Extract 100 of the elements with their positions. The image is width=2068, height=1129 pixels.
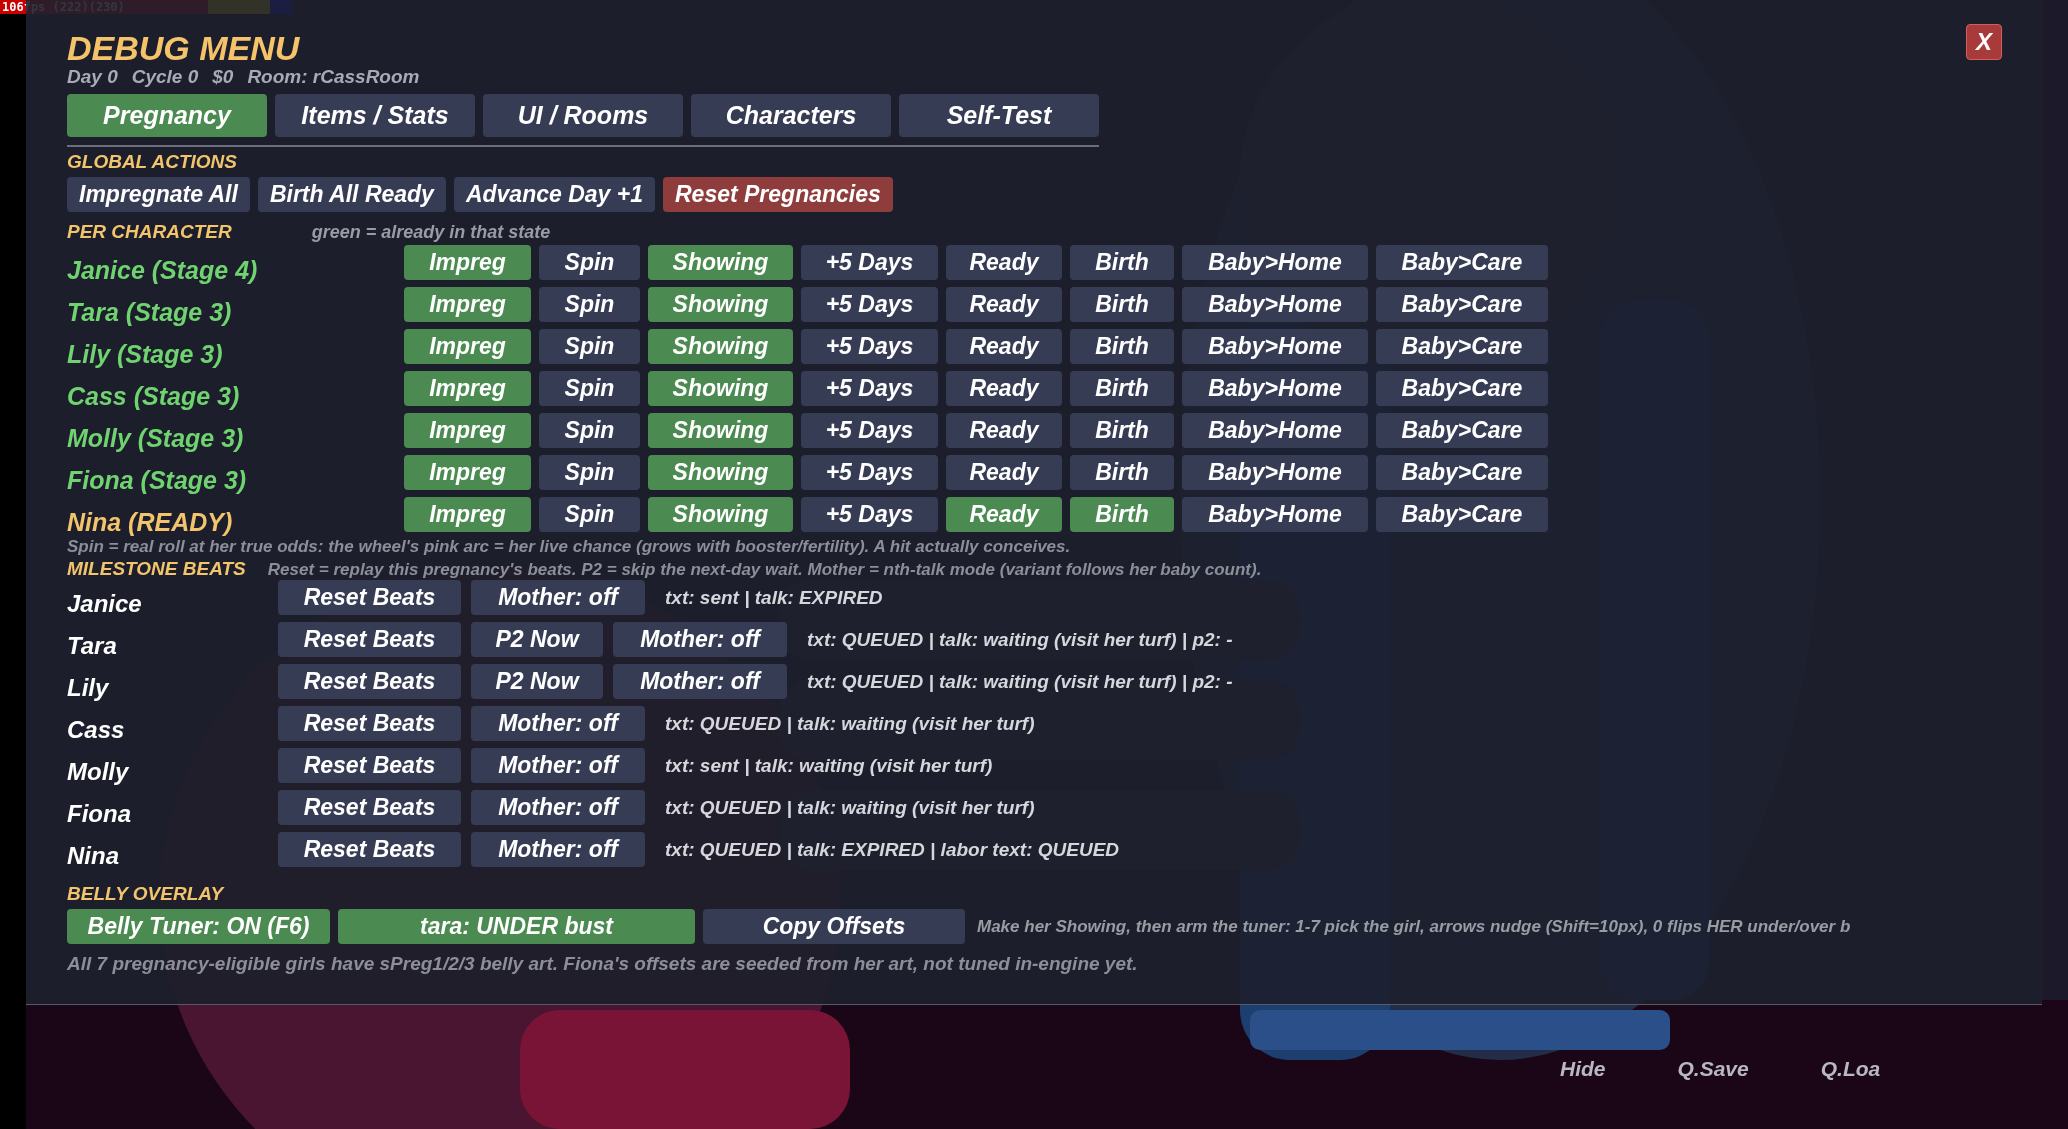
action-button[interactable]: Mother: off xyxy=(471,580,645,615)
action-button[interactable]: Reset Beats xyxy=(278,790,461,825)
action-button[interactable]: Showing xyxy=(648,413,793,448)
action-button[interactable]: Impreg xyxy=(404,371,531,406)
action-button[interactable]: Birth xyxy=(1070,329,1174,364)
action-button[interactable]: Mother: off xyxy=(471,748,645,783)
tab[interactable]: Self-Test xyxy=(899,94,1099,137)
action-button[interactable]: Showing xyxy=(648,245,793,280)
action-button[interactable]: +5 Days xyxy=(801,329,938,364)
action-button[interactable]: Spin xyxy=(539,245,640,280)
action-button[interactable]: Reset Beats xyxy=(278,748,461,783)
action-button[interactable]: +5 Days xyxy=(801,413,938,448)
action-button[interactable]: Impregnate All xyxy=(67,177,250,212)
action-button[interactable]: +5 Days xyxy=(801,245,938,280)
action-button[interactable]: Mother: off xyxy=(613,664,787,699)
action-button[interactable]: Impreg xyxy=(404,497,531,532)
action-button[interactable]: Reset Beats xyxy=(278,706,461,741)
action-button[interactable]: Baby>Home xyxy=(1182,413,1368,448)
action-button[interactable]: Ready xyxy=(946,455,1062,490)
action-button[interactable]: Impreg xyxy=(404,287,531,322)
action-button[interactable]: tara: UNDER bust xyxy=(338,909,695,944)
action-button[interactable]: Birth xyxy=(1070,413,1174,448)
action-button[interactable]: Baby>Care xyxy=(1376,245,1548,280)
action-button[interactable]: Showing xyxy=(648,497,793,532)
action-button[interactable]: P2 Now xyxy=(471,622,603,657)
character-name: Tara xyxy=(67,633,118,658)
action-button[interactable]: Reset Beats xyxy=(278,832,461,867)
action-button[interactable]: Spin xyxy=(539,287,640,322)
action-button[interactable]: Baby>Home xyxy=(1182,455,1368,490)
action-button[interactable]: Mother: off xyxy=(471,832,645,867)
action-button[interactable]: Baby>Home xyxy=(1182,497,1368,532)
action-button[interactable]: Reset Beats xyxy=(278,622,461,657)
character-name: Lily xyxy=(67,675,110,700)
action-button[interactable]: Baby>Care xyxy=(1376,497,1548,532)
action-button[interactable]: Birth All Ready xyxy=(257,177,446,212)
menu-link[interactable]: Q.Loa xyxy=(1820,1058,1881,1079)
action-button[interactable]: Advance Day +1 xyxy=(453,177,655,212)
action-button[interactable]: Impreg xyxy=(404,455,531,490)
action-button[interactable]: Showing xyxy=(648,455,793,490)
action-button[interactable]: Baby>Care xyxy=(1376,455,1548,490)
action-button[interactable]: Birth xyxy=(1070,371,1174,406)
action-button[interactable]: Spin xyxy=(539,497,640,532)
action-button[interactable]: Baby>Home xyxy=(1182,287,1368,322)
action-button[interactable]: Reset Beats xyxy=(278,664,461,699)
help-text: All 7 pregnancy-eligible girls have sPreg1/2/3 belly art. Fiona's offsets are seeded from her art, not tuned in-engine yet. xyxy=(67,954,1138,973)
action-button[interactable]: Baby>Home xyxy=(1182,371,1368,406)
tab[interactable]: UI / Rooms xyxy=(483,94,683,137)
action-button[interactable]: Spin xyxy=(539,329,640,364)
close-button[interactable]: X xyxy=(1966,24,2002,60)
character-name: Molly (Stage 3) xyxy=(67,426,245,451)
action-button[interactable]: Ready xyxy=(946,371,1062,406)
action-button[interactable]: Baby>Care xyxy=(1376,371,1548,406)
character-name: Fiona xyxy=(67,801,132,826)
action-button[interactable]: Baby>Care xyxy=(1376,329,1548,364)
action-button[interactable]: +5 Days xyxy=(801,497,938,532)
action-button[interactable]: Impreg xyxy=(404,245,531,280)
action-button[interactable]: P2 Now xyxy=(471,664,603,699)
action-button[interactable]: Reset Pregnancies xyxy=(663,177,893,212)
action-button[interactable]: Baby>Care xyxy=(1376,287,1548,322)
action-button[interactable]: Birth xyxy=(1070,245,1174,280)
action-button[interactable]: +5 Days xyxy=(801,287,938,322)
section-heading: BELLY OVERLAY xyxy=(67,883,224,904)
action-button[interactable]: Copy Offsets xyxy=(703,909,965,944)
action-button[interactable]: +5 Days xyxy=(801,371,938,406)
action-button[interactable]: Baby>Care xyxy=(1376,413,1548,448)
action-button[interactable]: Ready xyxy=(946,287,1062,322)
character-name: Cass xyxy=(67,717,126,742)
action-button[interactable]: Ready xyxy=(946,413,1062,448)
action-button[interactable]: Spin xyxy=(539,455,640,490)
action-button[interactable]: Showing xyxy=(648,329,793,364)
tab[interactable]: Items / Stats xyxy=(275,94,475,137)
action-button[interactable]: Birth xyxy=(1070,455,1174,490)
action-button[interactable]: Ready xyxy=(946,329,1062,364)
action-button[interactable]: Birth xyxy=(1070,497,1174,532)
action-button[interactable]: Reset Beats xyxy=(278,580,461,615)
beat-status: txt: sent | talk: waiting (visit her turf) xyxy=(665,756,993,775)
action-button[interactable]: Baby>Home xyxy=(1182,245,1368,280)
menu-link[interactable]: Hide xyxy=(1560,1058,1606,1079)
action-button[interactable]: Baby>Home xyxy=(1182,329,1368,364)
character-name: Tara (Stage 3) xyxy=(67,300,233,325)
action-button[interactable]: Mother: off xyxy=(471,706,645,741)
action-button[interactable]: Ready xyxy=(946,245,1062,280)
action-button[interactable]: Ready xyxy=(946,497,1062,532)
action-button[interactable]: Impreg xyxy=(404,413,531,448)
action-button[interactable]: Showing xyxy=(648,371,793,406)
tab[interactable]: Characters xyxy=(691,94,891,137)
tab[interactable]: Pregnancy xyxy=(67,94,267,137)
action-button[interactable]: Impreg xyxy=(404,329,531,364)
action-button[interactable]: Birth xyxy=(1070,287,1174,322)
section-heading: PER CHARACTER xyxy=(67,222,232,241)
menu-title: DEBUG MENU xyxy=(67,30,300,66)
action-button[interactable]: +5 Days xyxy=(801,455,938,490)
action-button[interactable]: Belly Tuner: ON (F6) xyxy=(67,909,330,944)
help-text: Make her Showing, then arm the tuner: 1-7 pick the girl, arrows nudge (Shift=10px), 0 flips HER under/over b xyxy=(977,918,1851,935)
action-button[interactable]: Spin xyxy=(539,413,640,448)
action-button[interactable]: Mother: off xyxy=(471,790,645,825)
menu-link[interactable]: Q.Save xyxy=(1677,1058,1749,1079)
action-button[interactable]: Mother: off xyxy=(613,622,787,657)
action-button[interactable]: Spin xyxy=(539,371,640,406)
action-button[interactable]: Showing xyxy=(648,287,793,322)
